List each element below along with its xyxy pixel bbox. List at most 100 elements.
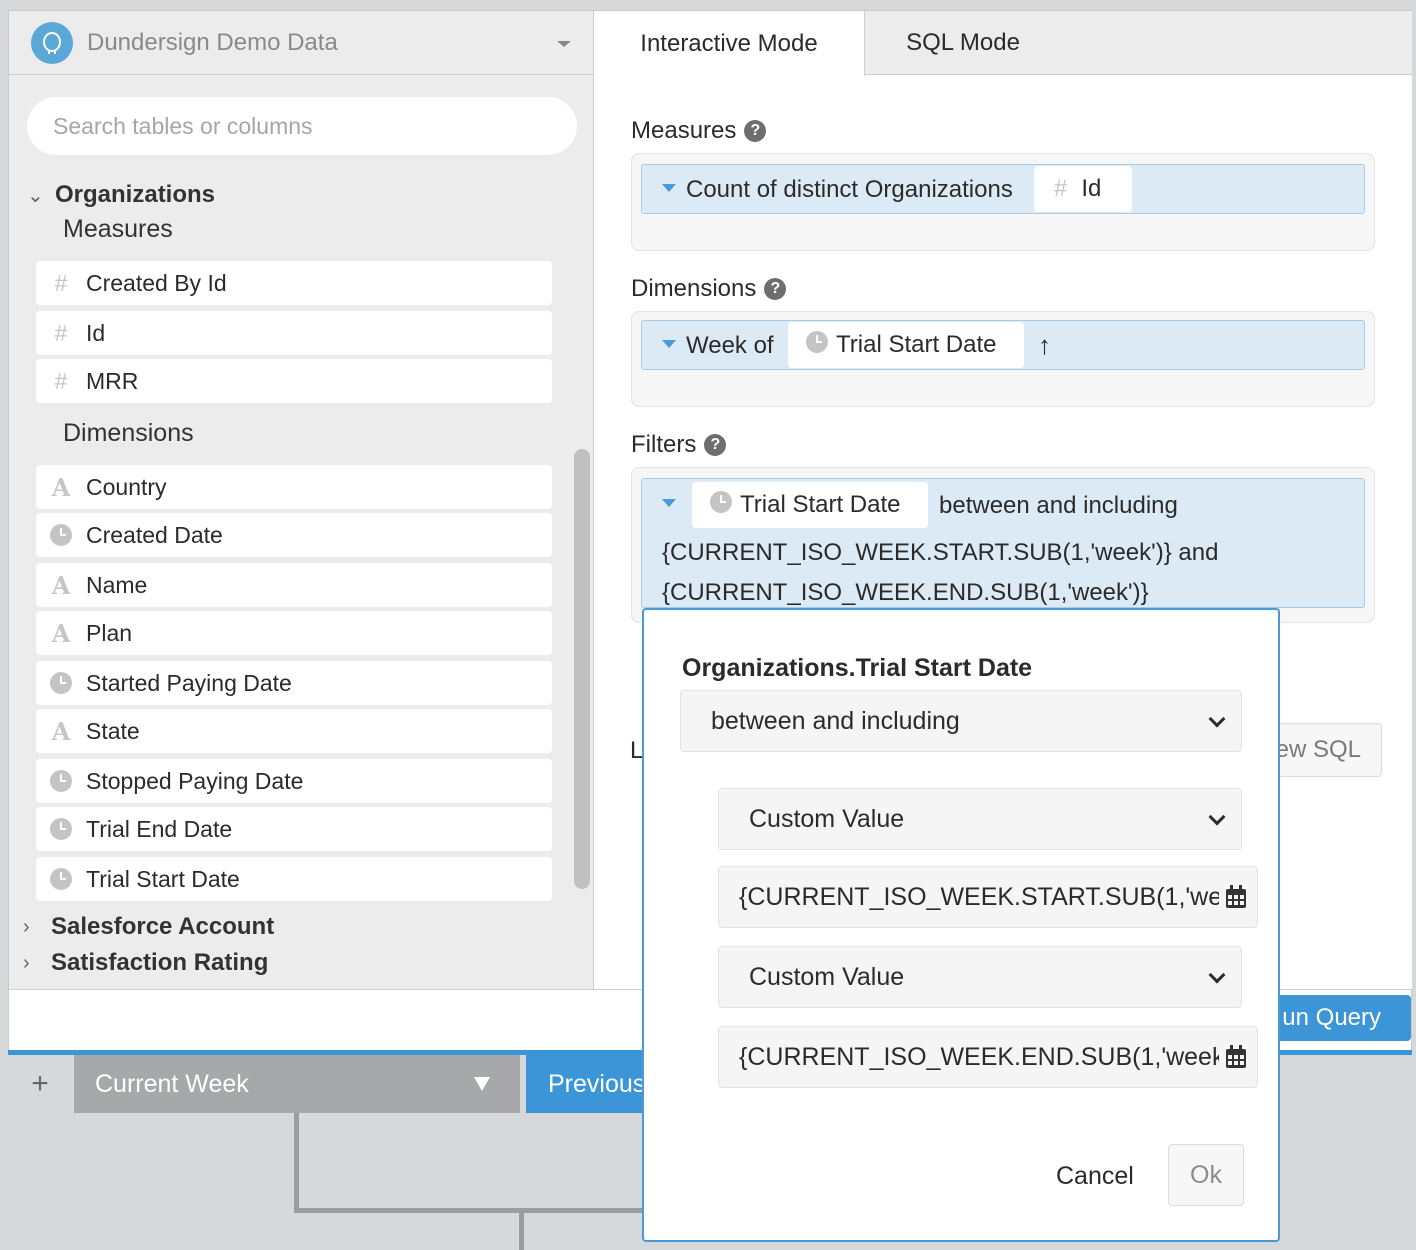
clock-icon [36,672,86,694]
text-type-icon: A [51,716,71,746]
start-type-value: Custom Value [749,804,905,833]
calendar-icon[interactable] [1225,1045,1247,1069]
sort-arrow-icon[interactable]: ↑ [1038,330,1051,361]
help-icon[interactable]: ? [704,434,727,456]
start-value-input[interactable]: {CURRENT_ISO_WEEK.START.SUB(1,'week')} [718,866,1258,928]
field-stopped-paying-date[interactable]: Stopped Paying Date [36,759,552,803]
start-value-type-select[interactable]: Custom Value [718,788,1242,850]
field-trial-end-date[interactable]: Trial End Date [36,807,552,851]
measures-well[interactable]: Count of distinct Organizations # Id [631,153,1375,251]
chevron-down-icon [1208,966,1226,984]
calendar-icon[interactable] [1225,885,1247,909]
field-name[interactable]: A Name [36,563,552,607]
field-label: Started Paying Date [86,669,292,696]
step-current-week[interactable]: Current Week [74,1055,520,1113]
filter-pill[interactable]: Trial Start Date between and including {… [641,478,1365,608]
field-label: Created By Id [86,269,227,296]
field-label: Stopped Paying Date [86,767,304,794]
filter-field-chip[interactable]: Trial Start Date [692,482,928,528]
field-label: Name [86,571,148,598]
start-value-text: {CURRENT_ISO_WEEK.START.SUB(1,'week')} [739,882,1219,911]
add-step-button[interactable]: + [8,1055,72,1113]
table-name: Organizations [55,181,216,208]
field-label: Created Date [86,521,223,548]
number-hash-icon: # [54,367,68,394]
field-mrr[interactable]: # MRR [36,359,552,403]
clock-icon [36,770,86,792]
chevron-down-icon: ⌄ [27,184,44,207]
end-value-text: {CURRENT_ISO_WEEK.END.SUB(1,'week')} [739,1042,1219,1071]
measure-field-chip[interactable]: # Id [1034,166,1132,212]
field-country[interactable]: A Country [36,465,552,509]
chevron-down-icon [1208,710,1226,728]
tab-interactive-mode[interactable]: Interactive Mode [594,11,865,76]
caret-down-icon[interactable] [662,499,676,507]
schema-scrollbar[interactable] [574,449,590,889]
text-type-icon: A [51,618,71,648]
filter-edit-popover: Organizations.Trial Start Date between a… [642,608,1280,1242]
table-satisfaction-rating[interactable]: › Satisfaction Rating [23,949,268,977]
field-plan[interactable]: A Plan [36,611,552,655]
datasource-selector[interactable]: Dundersign Demo Data [9,11,593,75]
field-label: State [86,717,140,744]
text-type-icon: A [51,472,71,502]
field-label: MRR [86,367,139,394]
dimensions-label: Dimensions ? [631,275,787,303]
filter-operator: between and including [939,492,1178,519]
schema-search-input[interactable]: Search tables or columns [27,97,577,155]
end-type-value: Custom Value [749,962,905,991]
field-label: Plan [86,619,133,646]
help-icon[interactable]: ? [744,120,767,142]
ok-button[interactable]: Ok [1168,1144,1244,1206]
dimensions-label-text: Dimensions [631,275,757,302]
datasource-name: Dundersign Demo Data [87,28,338,56]
caret-down-icon[interactable] [662,340,676,348]
caret-down-icon[interactable] [662,184,676,192]
dimension-pill[interactable]: Week of Trial Start Date ↑ [641,320,1365,370]
popover-title: Organizations.Trial Start Date [682,654,1033,682]
operator-select[interactable]: between and including [680,690,1242,752]
caret-down-icon [557,41,571,47]
measures-section-title: Measures [63,215,173,243]
field-id[interactable]: # Id [36,311,552,355]
number-hash-icon: # [54,269,68,296]
field-created-date[interactable]: Created Date [36,513,552,557]
tab-sql-mode[interactable]: SQL Mode [865,11,1061,75]
step-connector [294,1208,654,1213]
step-connector [519,1213,524,1250]
field-state[interactable]: A State [36,709,552,753]
clock-icon [36,524,86,546]
table-organizations[interactable]: ⌄ Organizations [27,181,215,209]
caret-down-icon[interactable] [474,1077,490,1091]
table-salesforce-account[interactable]: › Salesforce Account [23,913,274,941]
field-created-by-id[interactable]: # Created By Id [36,261,552,305]
measure-aggregation: Count of distinct Organizations [686,176,1013,203]
cancel-button[interactable]: Cancel [1056,1162,1134,1191]
step-label: Current Week [95,1069,249,1098]
number-hash-icon: # [1054,175,1068,202]
step-previous[interactable]: Previous [526,1055,646,1113]
field-label: Country [86,473,167,500]
chevron-right-icon: › [23,915,30,938]
field-trial-start-date[interactable]: Trial Start Date [36,857,552,901]
field-label: Trial Start Date [86,865,240,892]
filter-field-label: Trial Start Date [740,491,901,518]
chevron-down-icon [1208,808,1226,826]
help-icon[interactable]: ? [764,278,787,300]
end-value-type-select[interactable]: Custom Value [718,946,1242,1008]
clock-icon [36,818,86,840]
clock-icon [710,490,732,520]
filters-well[interactable]: Trial Start Date between and including {… [631,467,1375,623]
dimension-field-chip[interactable]: Trial Start Date [788,322,1024,368]
end-value-input[interactable]: {CURRENT_ISO_WEEK.END.SUB(1,'week')} [718,1026,1258,1088]
filters-label: Filters ? [631,431,727,459]
mode-tabs: Interactive Mode SQL Mode [594,11,1412,76]
measure-pill[interactable]: Count of distinct Organizations # Id [641,164,1365,214]
table-name: Satisfaction Rating [51,949,269,976]
field-started-paying-date[interactable]: Started Paying Date [36,661,552,705]
filter-value-start: {CURRENT_ISO_WEEK.START.SUB(1,'week')} a… [662,539,1219,566]
text-type-icon: A [51,570,71,600]
number-hash-icon: # [54,319,68,346]
dimensions-section-title: Dimensions [63,419,194,447]
dimensions-well[interactable]: Week of Trial Start Date ↑ [631,311,1375,407]
